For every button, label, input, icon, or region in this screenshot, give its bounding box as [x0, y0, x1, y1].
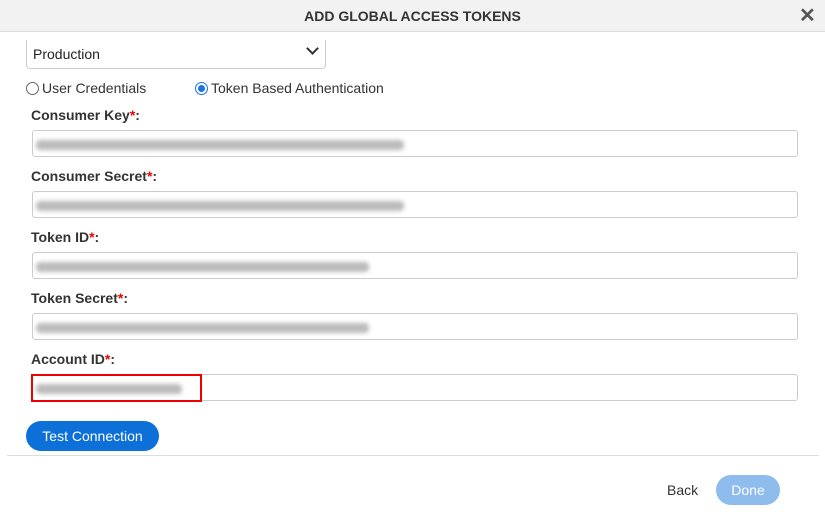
- radio-selected-icon[interactable]: [195, 81, 208, 95]
- token-id-input[interactable]: [32, 252, 798, 279]
- radio-label: User Credentials: [42, 80, 147, 96]
- token-id-label: Token ID*:: [31, 229, 100, 245]
- chevron-down-icon: [306, 42, 319, 55]
- token-secret-label: Token Secret*:: [31, 290, 129, 306]
- radio-icon[interactable]: [26, 81, 39, 95]
- done-button[interactable]: Done: [716, 475, 780, 505]
- environment-selected: Production: [33, 46, 100, 62]
- token-secret-input[interactable]: [32, 313, 798, 340]
- masked-value: [36, 323, 369, 333]
- footer-divider: [7, 455, 819, 456]
- consumer-secret-input[interactable]: [32, 191, 798, 218]
- environment-select[interactable]: Production: [26, 40, 326, 69]
- radio-label: Token Based Authentication: [211, 80, 384, 96]
- back-button[interactable]: Back: [667, 482, 698, 498]
- masked-value: [36, 201, 404, 211]
- dialog-title: ADD GLOBAL ACCESS TOKENS: [304, 8, 521, 24]
- radio-user-credentials[interactable]: User Credentials: [26, 80, 146, 96]
- test-connection-button[interactable]: Test Connection: [26, 421, 159, 451]
- radio-token-based-auth[interactable]: Token Based Authentication: [195, 80, 384, 96]
- highlight-box: [31, 374, 202, 402]
- account-id-label: Account ID*:: [31, 351, 116, 367]
- close-icon[interactable]: ✕: [799, 6, 816, 26]
- consumer-secret-label: Consumer Secret*:: [31, 168, 158, 184]
- masked-value: [36, 140, 404, 150]
- consumer-key-input[interactable]: [32, 130, 798, 157]
- consumer-key-label: Consumer Key*:: [31, 107, 140, 123]
- masked-value: [36, 262, 369, 272]
- dialog-header: ADD GLOBAL ACCESS TOKENS ✕: [0, 0, 825, 32]
